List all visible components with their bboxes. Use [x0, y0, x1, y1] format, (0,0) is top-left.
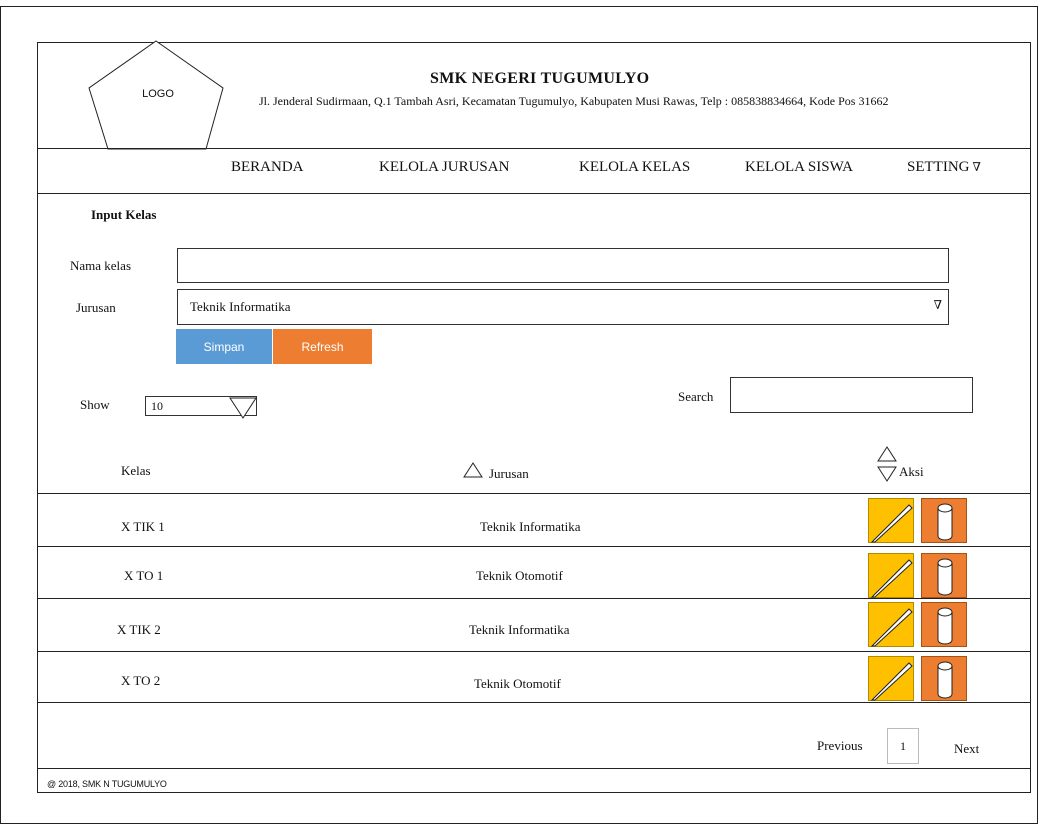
jurusan-label: Jurusan	[76, 300, 116, 315]
nav-kelola-jurusan[interactable]: KELOLA JURUSAN	[379, 159, 509, 176]
school-name: SMK NEGERI TUGUMULYO	[430, 70, 650, 87]
column-header-aksi: Aksi	[899, 464, 924, 479]
sort-down-icon[interactable]	[877, 466, 897, 482]
table-bottom-divider	[37, 702, 1031, 703]
nav-beranda[interactable]: BERANDA	[231, 159, 304, 176]
footer-divider	[37, 768, 1031, 769]
delete-button[interactable]	[921, 602, 967, 647]
dropdown-triangle-icon[interactable]	[228, 396, 258, 420]
nav-kelola-kelas[interactable]: KELOLA KELAS	[579, 159, 690, 176]
row-divider	[37, 546, 1031, 547]
pencil-icon	[870, 608, 913, 647]
cell-kelas: X TIK 1	[121, 519, 165, 534]
jurusan-select[interactable]: Teknik Informatika ∇	[177, 289, 949, 325]
save-button[interactable]: Simpan	[176, 329, 272, 364]
cell-jurusan: Teknik Informatika	[480, 519, 581, 534]
nav-setting[interactable]: SETTING ∇	[907, 159, 981, 176]
cell-jurusan: Teknik Otomotif	[476, 568, 563, 583]
previous-page-link[interactable]: Previous	[817, 738, 863, 754]
edit-button[interactable]	[868, 656, 914, 701]
trash-icon	[937, 503, 953, 541]
cell-kelas: X TO 1	[124, 568, 164, 583]
pencil-icon	[870, 559, 913, 598]
edit-button[interactable]	[868, 602, 914, 647]
school-address: Jl. Jenderal Sudirmaan, Q.1 Tambah Asri,…	[259, 94, 889, 108]
trash-icon	[937, 607, 953, 645]
cell-kelas: X TO 2	[121, 673, 161, 688]
form-title: Input Kelas	[91, 207, 157, 222]
header-divider	[37, 148, 1031, 149]
footer-copyright: @ 2018, SMK N TUGUMULYO	[47, 779, 167, 789]
nama-kelas-label: Nama kelas	[70, 258, 132, 273]
sort-up-icon[interactable]	[877, 446, 897, 462]
pencil-icon	[870, 504, 913, 543]
cell-jurusan: Teknik Otomotif	[474, 676, 561, 691]
row-divider	[37, 598, 1031, 599]
chevron-down-icon: ∇	[933, 298, 942, 312]
trash-icon	[937, 558, 953, 596]
show-entries-value: 10	[151, 398, 163, 413]
search-input[interactable]	[730, 377, 973, 413]
nav-kelola-siswa[interactable]: KELOLA SISWA	[745, 159, 853, 176]
nama-kelas-input[interactable]	[177, 248, 949, 283]
chevron-down-icon: ∇	[972, 160, 981, 174]
show-label: Show	[80, 397, 110, 412]
row-divider	[37, 651, 1031, 652]
edit-button[interactable]	[868, 498, 914, 543]
column-header-jurusan[interactable]: Jurusan	[489, 466, 529, 482]
logo-label: LOGO	[142, 88, 174, 100]
delete-button[interactable]	[921, 498, 967, 543]
refresh-button[interactable]: Refresh	[273, 329, 372, 364]
pencil-icon	[870, 662, 913, 701]
next-page-link[interactable]: Next	[954, 741, 979, 757]
edit-button[interactable]	[868, 553, 914, 598]
cell-jurusan: Teknik Informatika	[469, 622, 570, 637]
table-header-divider	[37, 493, 1031, 494]
delete-button[interactable]	[921, 553, 967, 598]
column-header-kelas[interactable]: Kelas	[121, 463, 151, 479]
trash-icon	[937, 661, 953, 699]
jurusan-selected-value: Teknik Informatika	[190, 299, 291, 314]
cell-kelas: X TIK 2	[117, 622, 161, 637]
nav-setting-label: SETTING	[907, 159, 970, 175]
search-label: Search	[678, 389, 714, 404]
page-number-button[interactable]: 1	[887, 728, 919, 764]
sort-up-icon[interactable]	[463, 462, 483, 478]
nav-divider	[37, 193, 1031, 194]
delete-button[interactable]	[921, 656, 967, 701]
